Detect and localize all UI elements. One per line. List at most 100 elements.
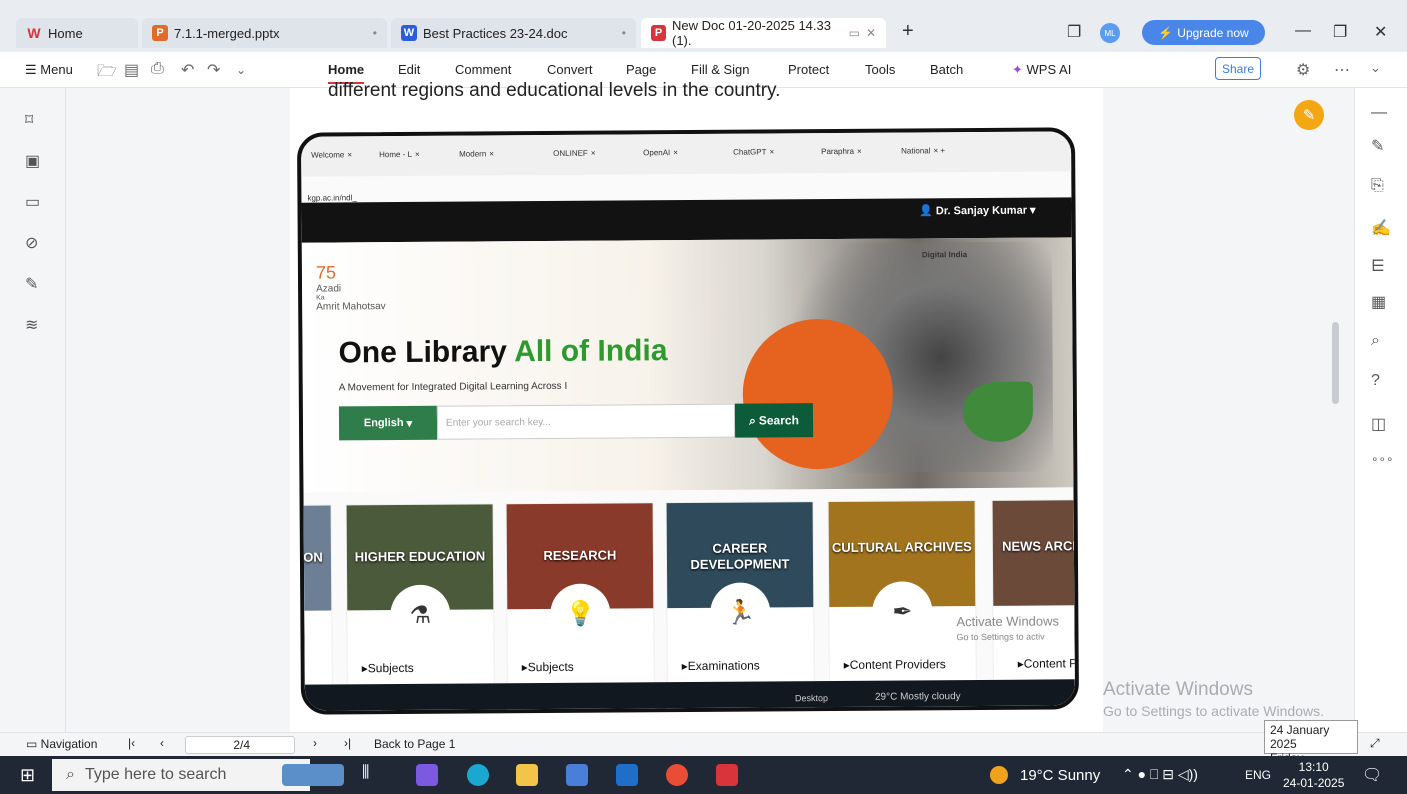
edge-icon[interactable]: [467, 764, 489, 786]
restore-icon[interactable]: ❐: [1333, 22, 1347, 42]
weather-text[interactable]: 19°C Sunny: [1020, 767, 1100, 784]
search-icon[interactable]: ⌕: [1371, 332, 1380, 350]
first-page-icon[interactable]: |‹: [128, 736, 135, 750]
page-number-input[interactable]: 2/4: [185, 736, 295, 754]
copilot-icon[interactable]: [416, 764, 438, 786]
export-icon[interactable]: ⎘: [1371, 177, 1384, 195]
file-explorer-icon[interactable]: [516, 764, 538, 786]
tray-icons[interactable]: ⌃ ● ⎕ ⊟ ◁)): [1122, 766, 1198, 783]
navigation-button[interactable]: ▭ Navigation: [26, 737, 97, 751]
pptx-icon: P: [152, 25, 168, 41]
tab-label: 7.1.1-merged.pptx: [174, 25, 280, 41]
close-icon[interactable]: ✕: [866, 26, 876, 40]
tab-dot-icon[interactable]: •: [622, 26, 626, 40]
menu-fill-sign[interactable]: Fill & Sign: [691, 62, 750, 77]
save-icon[interactable]: ▤: [124, 60, 139, 80]
tab-label: Best Practices 23-24.doc: [423, 25, 568, 41]
status-bar: ▭ Navigation |‹ ‹ 2/4 › ›| Back to Page …: [0, 732, 1407, 756]
menu-tools[interactable]: Tools: [865, 62, 895, 77]
wps-ai-button[interactable]: ✦ WPS AI: [1012, 62, 1071, 78]
menu-protect[interactable]: Protect: [788, 62, 829, 77]
photo-card: ON: [296, 504, 334, 715]
redo-icon[interactable]: ↷: [207, 60, 220, 80]
tab-dot-icon[interactable]: •: [373, 26, 377, 40]
window-list-icon[interactable]: ❐: [1067, 22, 1081, 42]
task-view-icon[interactable]: ⫼: [362, 764, 369, 782]
notification-icon[interactable]: 🗨: [1362, 765, 1382, 785]
ocr-icon[interactable]: ⋿: [1371, 256, 1385, 276]
menu-button[interactable]: ☰ Menu: [25, 62, 73, 78]
comment-icon[interactable]: ▭: [849, 26, 860, 40]
photo-tab: Paraphra ×: [821, 146, 862, 157]
pages-icon[interactable]: ▦: [1371, 292, 1386, 312]
new-tab-icon[interactable]: +: [902, 20, 914, 43]
doc-icon: W: [401, 25, 417, 41]
tab-pptx[interactable]: P 7.1.1-merged.pptx •: [142, 18, 387, 48]
taskbar-clock[interactable]: 13:10 24-01-2025: [1283, 759, 1344, 791]
sign-icon[interactable]: ✍: [1371, 218, 1391, 238]
photo-watermark: Activate Windows: [956, 613, 1060, 630]
next-page-icon[interactable]: ›: [313, 736, 317, 750]
avatar[interactable]: ML: [1100, 23, 1120, 43]
photo-subtitle: A Movement for Integrated Digital Learni…: [338, 380, 568, 394]
fullscreen-icon[interactable]: ⤢: [1370, 736, 1380, 751]
open-icon[interactable]: 🗁: [97, 60, 117, 87]
pen-icon[interactable]: ✎: [1294, 100, 1324, 130]
graduation-icon[interactable]: [282, 764, 344, 786]
book-icon[interactable]: ◫: [1371, 414, 1386, 434]
settings-icon[interactable]: ⚙: [1296, 60, 1310, 80]
scrollbar-thumb[interactable]: [1332, 322, 1339, 404]
sparkle-icon: ✦: [1012, 62, 1023, 77]
chrome-icon[interactable]: [666, 764, 688, 786]
bookmark-icon[interactable]: ⌑: [25, 110, 33, 130]
share-button[interactable]: Share: [1215, 57, 1261, 80]
photo-tab: ONLINEF ×: [553, 148, 596, 158]
menu-edit[interactable]: Edit: [398, 62, 420, 77]
activate-windows-sub: Go to Settings to activate Windows.: [1103, 703, 1324, 719]
tab-home[interactable]: W Home: [16, 18, 138, 48]
wps-taskbar-icon[interactable]: [716, 764, 738, 786]
comment-icon[interactable]: ▭: [25, 192, 40, 212]
attachment-icon[interactable]: ⊘: [25, 233, 38, 253]
thumbnail-icon[interactable]: ▣: [25, 151, 40, 171]
undo-icon[interactable]: ↶: [181, 60, 194, 80]
print-icon[interactable]: ⎙: [151, 60, 164, 78]
photo-tab: Modern ×: [459, 149, 494, 159]
menu-comment[interactable]: Comment: [455, 62, 511, 77]
tab-pdf[interactable]: P New Doc 01-20-2025 14.33 (1). ▭ ✕: [641, 18, 886, 48]
tab-doc[interactable]: W Best Practices 23-24.doc •: [391, 18, 636, 48]
photo-url: kgp.ac.in/ndl_: [307, 193, 357, 203]
taskbar-search[interactable]: ⌕ Type here to search: [52, 759, 310, 791]
dash-icon[interactable]: —: [1371, 104, 1387, 122]
collapse-icon[interactable]: ⌄: [1370, 60, 1381, 76]
pdf-icon: P: [651, 25, 666, 41]
help-icon[interactable]: ?: [1371, 372, 1380, 390]
edit-icon[interactable]: ✎: [1371, 136, 1384, 156]
language-indicator[interactable]: ENG: [1245, 768, 1271, 782]
menu-label: Menu: [40, 62, 73, 77]
right-sidebar: — ✎ ⎘ ✍ ⋿ ▦ ⌕ ? ◫ ∘∘∘: [1354, 88, 1407, 732]
outlook-icon[interactable]: [616, 764, 638, 786]
more-icon[interactable]: ∘∘∘: [1371, 452, 1394, 466]
last-page-icon[interactable]: ›|: [344, 736, 351, 750]
photo-card: NEWS ARCH ▸Content P: [991, 499, 1080, 710]
activate-windows-title: Activate Windows: [1103, 679, 1253, 700]
more-icon[interactable]: ⋯: [1334, 60, 1350, 80]
minimize-icon[interactable]: —: [1295, 22, 1311, 40]
store-icon[interactable]: [566, 764, 588, 786]
photo-tab: OpenAI ×: [643, 148, 678, 158]
windows-taskbar: ⊞ ⌕ Type here to search ⫼ 19°C Sunny ⌃ ● …: [0, 756, 1407, 794]
close-window-icon[interactable]: ✕: [1374, 22, 1387, 42]
upgrade-button[interactable]: ⚡ Upgrade now: [1142, 20, 1265, 45]
windows-start-icon[interactable]: ⊞: [20, 765, 35, 786]
layers-icon[interactable]: ≋: [25, 315, 38, 335]
menu-convert[interactable]: Convert: [547, 62, 593, 77]
prev-page-icon[interactable]: ‹: [160, 736, 164, 750]
menu-page[interactable]: Page: [626, 62, 656, 77]
search-icon: ⌕: [749, 413, 756, 428]
back-to-page-link[interactable]: Back to Page 1: [374, 737, 455, 751]
chevron-down-icon[interactable]: ⌄: [236, 63, 246, 77]
signature-icon[interactable]: ✎: [25, 274, 38, 294]
menu-batch[interactable]: Batch: [930, 62, 963, 77]
menu-home[interactable]: Home: [328, 62, 365, 84]
